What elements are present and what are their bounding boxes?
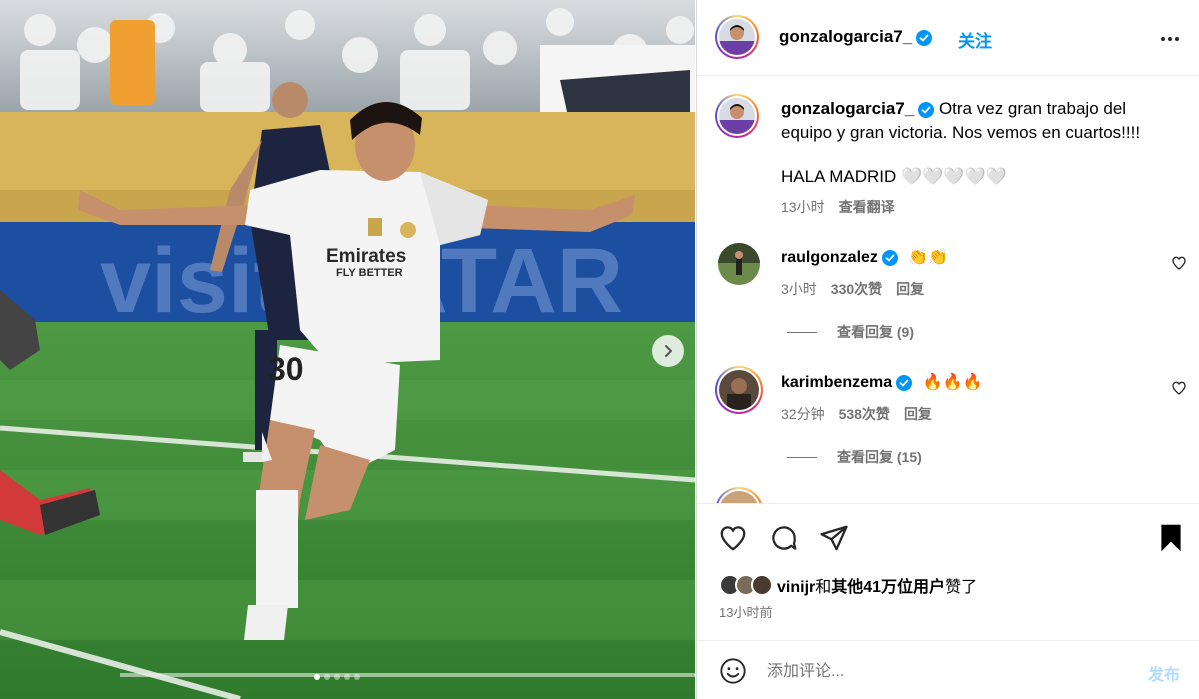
- next-image-button[interactable]: [652, 335, 684, 367]
- verified-badge-icon: [896, 374, 913, 391]
- post-timestamp: 13小时前: [719, 605, 773, 620]
- caption-time: 13小时: [781, 199, 825, 215]
- verified-badge-icon: [918, 101, 935, 118]
- liker-username[interactable]: vinijr: [777, 579, 815, 596]
- post-actions: vinijr和其他41万位用户赞了 13小时前 发布: [697, 503, 1199, 699]
- comment-username[interactable]: raulgonzalez 👏👏: [781, 247, 948, 267]
- comment-username[interactable]: karimbenzema 🔥🔥🔥: [781, 372, 982, 392]
- carousel-dot: [334, 674, 340, 680]
- commenter-avatar[interactable]: [715, 366, 763, 414]
- likes-others-count[interactable]: 其他41万位用户: [831, 579, 945, 596]
- view-replies-button[interactable]: 查看回复 (15): [787, 447, 922, 467]
- comment-meta: 32分钟 538次赞 回复: [781, 404, 932, 424]
- avatar-image: [719, 98, 755, 134]
- post-comment-button[interactable]: 发布: [1148, 661, 1180, 685]
- reply-button[interactable]: 回复: [904, 406, 932, 422]
- avatar-image: [719, 370, 759, 410]
- carousel-dot: [324, 674, 330, 680]
- likes-summary[interactable]: vinijr和其他41万位用户赞了: [719, 573, 977, 597]
- football-celebration-image: visit QATAR Emirates FLY BETTER 30: [0, 0, 695, 699]
- comment-username-text[interactable]: raulgonzalez: [781, 249, 878, 266]
- avatar-image: [719, 19, 755, 55]
- like-comment-icon[interactable]: [1171, 255, 1187, 271]
- caption-username[interactable]: gonzalogarcia7_: [781, 99, 914, 118]
- carousel-dot: [354, 674, 360, 680]
- like-heart-icon[interactable]: [718, 523, 748, 553]
- verified-badge-icon: [916, 29, 933, 46]
- view-replies-label[interactable]: 查看回复 (15): [837, 447, 922, 467]
- likes-connector: 和: [815, 579, 832, 596]
- comment-likes[interactable]: 330次赞: [831, 281, 882, 297]
- avatar-image: [718, 243, 760, 285]
- comment-likes[interactable]: 538次赞: [839, 406, 890, 422]
- more-options-icon[interactable]: [1159, 28, 1181, 50]
- author-username-text[interactable]: gonzalogarcia7_: [779, 27, 912, 46]
- post-image[interactable]: visit QATAR Emirates FLY BETTER 30: [0, 0, 695, 699]
- author-username[interactable]: gonzalogarcia7_: [779, 27, 933, 47]
- reply-button[interactable]: 回复: [896, 281, 924, 297]
- post-side-panel: gonzalogarcia7_ 关注 gonzalogarcia7_ Otra …: [696, 0, 1199, 699]
- like-comment-icon[interactable]: [1171, 380, 1187, 396]
- carousel-dot: [314, 674, 320, 680]
- share-send-icon[interactable]: [819, 523, 849, 553]
- caption-line2: HALA MADRID 🤍🤍🤍🤍🤍: [781, 167, 1007, 186]
- verified-badge-icon: [881, 249, 898, 266]
- comments-list[interactable]: gonzalogarcia7_ Otra vez gran trabajo de…: [697, 77, 1199, 503]
- divider-line: [787, 331, 817, 333]
- liker-avatar: [751, 574, 773, 596]
- carousel-indicator: [314, 674, 360, 680]
- shirt-sponsor-tagline: FLY BETTER: [336, 267, 403, 279]
- shirt-number: 30: [268, 351, 304, 387]
- commenter-avatar[interactable]: [715, 487, 763, 503]
- commenter-avatar[interactable]: [718, 243, 760, 285]
- chevron-right-icon: [665, 345, 672, 357]
- comment-time: 3小时: [781, 281, 817, 297]
- comment-text: 🔥🔥🔥: [922, 374, 983, 391]
- caption-avatar[interactable]: [715, 94, 759, 138]
- emoji-picker-icon[interactable]: [719, 657, 747, 685]
- carousel-dot: [344, 674, 350, 680]
- author-avatar[interactable]: [715, 15, 759, 59]
- comment-input[interactable]: [767, 659, 1127, 685]
- follow-button[interactable]: 关注: [958, 27, 992, 52]
- see-translation-button[interactable]: 查看翻译: [839, 199, 895, 215]
- post-header: gonzalogarcia7_ 关注: [697, 0, 1199, 76]
- caption-meta: 13小时 查看翻译: [781, 195, 1181, 219]
- view-replies-button[interactable]: 查看回复 (9): [787, 322, 914, 342]
- comment-time: 32分钟: [781, 406, 825, 422]
- comment-bubble-icon[interactable]: [769, 523, 799, 553]
- divider-line: [787, 456, 817, 458]
- comment-username-text[interactable]: karimbenzema: [781, 374, 892, 391]
- comment-meta: 3小时 330次赞 回复: [781, 279, 924, 299]
- save-bookmark-icon[interactable]: [1159, 523, 1183, 553]
- view-replies-label[interactable]: 查看回复 (9): [837, 322, 914, 342]
- likes-text: vinijr和其他41万位用户赞了: [777, 573, 977, 597]
- shirt-sponsor: Emirates: [326, 246, 406, 267]
- comment-text: 👏👏: [908, 249, 949, 266]
- add-comment-bar: 发布: [697, 640, 1199, 699]
- likes-suffix: 赞了: [945, 579, 978, 596]
